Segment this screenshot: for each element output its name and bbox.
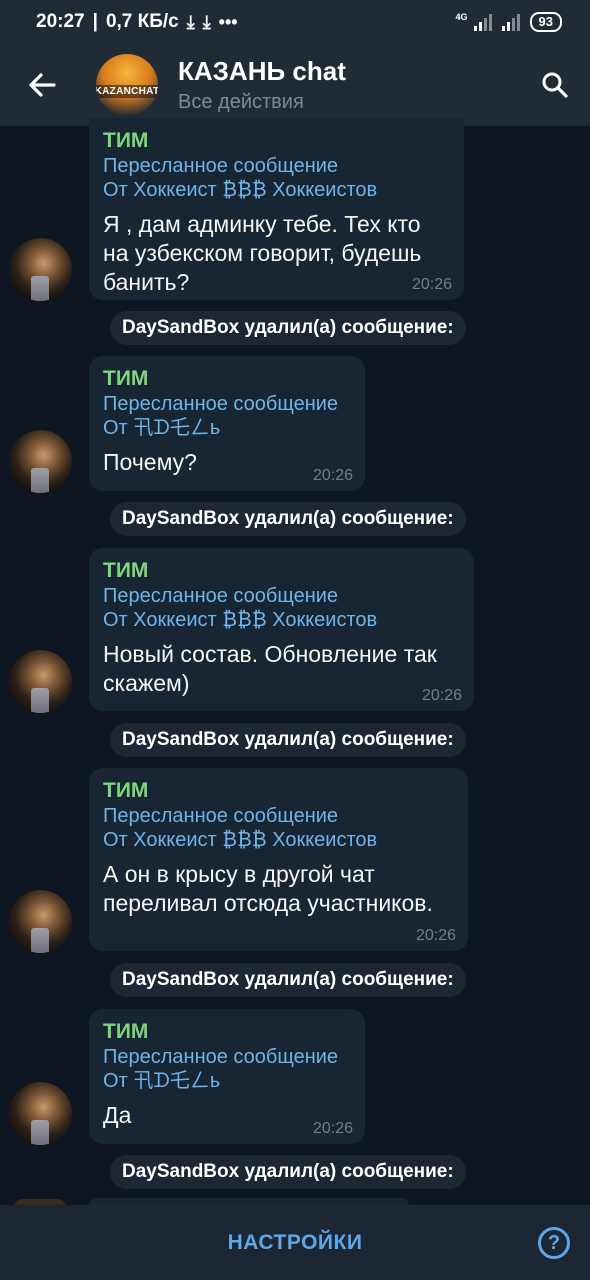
back-arrow-icon bbox=[29, 73, 56, 97]
message-sender: ТИМ bbox=[103, 779, 149, 802]
message-time: 20:26 bbox=[411, 276, 452, 293]
chat-titles[interactable]: КАЗАНЬ chat Все действия bbox=[178, 55, 346, 115]
forward-from[interactable]: От Хоккеист ₿₿₿ Хоккеистов bbox=[103, 828, 454, 852]
help-icon[interactable]: ? bbox=[538, 1227, 570, 1259]
forward-label: Пересланное сообщение bbox=[103, 805, 339, 827]
message-text-line: скажем) bbox=[103, 670, 190, 696]
status-speed: 0,7 КБ/с bbox=[105, 11, 179, 32]
message-bubble[interactable]: ТИМ Пересланное сообщение От 卂ᗪ乇ㄥь Почем… bbox=[89, 356, 365, 491]
app-root: 20:27 | 0,7 КБ/с ⤓ ⤓ ••• 4G 93 KAZANCHAT… bbox=[0, 0, 590, 1280]
service-message: DaySandBox удалил(а) сообщение: bbox=[110, 502, 466, 536]
message-time: 20:26 bbox=[312, 467, 353, 484]
download-alt-icon: ⤓ bbox=[202, 11, 211, 32]
message-sender: ТИМ bbox=[103, 559, 149, 582]
chat-avatar-logo: KAZANCHAT bbox=[96, 84, 158, 98]
service-message: DaySandBox удалил(а) сообщение: bbox=[110, 311, 466, 345]
signal-2-icon bbox=[501, 13, 520, 31]
message-text-line: банить? bbox=[103, 269, 190, 295]
forward-label: Пересланное сообщение bbox=[103, 585, 339, 607]
download-icon: ⤓ bbox=[186, 11, 195, 32]
chat-subtitle: Все действия bbox=[178, 91, 304, 113]
message-time: 20:26 bbox=[415, 927, 456, 944]
status-separator: | bbox=[92, 11, 98, 32]
user-avatar[interactable] bbox=[9, 430, 72, 493]
bottom-bar: НАСТРОЙКИ ? bbox=[0, 1205, 590, 1280]
message-sender: ТИМ bbox=[103, 129, 149, 152]
message-time: 20:26 bbox=[312, 1120, 353, 1137]
chat-header: KAZANCHAT КАЗАНЬ chat Все действия bbox=[0, 44, 590, 126]
service-message: DaySandBox удалил(а) сообщение: bbox=[110, 1155, 466, 1189]
user-avatar[interactable] bbox=[9, 650, 72, 713]
message-time: 20:26 bbox=[421, 687, 462, 704]
message-bubble[interactable]: ТИМ Пересланное сообщение От Хоккеист ₿₿… bbox=[89, 548, 474, 711]
status-time: 20:27 bbox=[36, 11, 85, 32]
message-bubble[interactable]: ТИМ Пересланное сообщение От Хоккеист ₿₿… bbox=[89, 118, 464, 300]
user-avatar[interactable] bbox=[9, 890, 72, 953]
search-button[interactable] bbox=[520, 44, 590, 126]
user-avatar[interactable] bbox=[9, 1082, 72, 1145]
message-sender: ТИМ bbox=[103, 1020, 149, 1043]
signal-icon bbox=[473, 13, 492, 31]
back-button[interactable] bbox=[0, 44, 84, 126]
chat-avatar[interactable]: KAZANCHAT bbox=[96, 54, 158, 116]
message-bubble[interactable]: ТИМ Пересланное сообщение От Хоккеист ₿₿… bbox=[89, 768, 468, 951]
status-left: 20:27 | 0,7 КБ/с ⤓ ⤓ ••• bbox=[36, 11, 238, 33]
forward-from[interactable]: От 卂ᗪ乇ㄥь bbox=[103, 416, 351, 440]
message-bubble[interactable]: ТИМ Пересланное сообщение От 卂ᗪ乇ㄥь Да 20… bbox=[89, 1009, 365, 1144]
search-icon bbox=[542, 72, 568, 98]
more-dots-icon: ••• bbox=[218, 11, 238, 32]
service-message: DaySandBox удалил(а) сообщение: bbox=[110, 723, 466, 757]
network-type: 4G bbox=[455, 12, 468, 22]
message-text: Я , дам админку тебе. Тех кто на узбекск… bbox=[103, 210, 450, 297]
forward-from[interactable]: От Хоккеист ₿₿₿ Хоккеистов bbox=[103, 608, 460, 632]
forward-label: Пересланное сообщение bbox=[103, 155, 339, 177]
message-text: Новый состав. Обновление так скажем) bbox=[103, 640, 460, 698]
settings-button[interactable]: НАСТРОЙКИ bbox=[228, 1231, 363, 1255]
message-text-line: на узбекском говорит, будешь bbox=[103, 240, 422, 266]
forward-from[interactable]: От Хоккеист ₿₿₿ Хоккеистов bbox=[103, 178, 450, 202]
status-bar: 20:27 | 0,7 КБ/с ⤓ ⤓ ••• 4G 93 bbox=[0, 0, 590, 44]
user-avatar[interactable] bbox=[9, 238, 72, 301]
forward-label: Пересланное сообщение bbox=[103, 393, 339, 415]
message-sender: ТИМ bbox=[103, 367, 149, 390]
battery-icon: 93 bbox=[529, 12, 562, 32]
chat-title: КАЗАНЬ chat bbox=[178, 56, 346, 86]
forward-label: Пересланное сообщение bbox=[103, 1046, 339, 1068]
forward-from[interactable]: От 卂ᗪ乇ㄥь bbox=[103, 1069, 351, 1093]
status-right: 4G 93 bbox=[456, 12, 562, 32]
service-message: DaySandBox удалил(а) сообщение: bbox=[110, 963, 466, 997]
message-text: А он в крысу в другой чат переливал отсю… bbox=[103, 860, 454, 918]
message-text-line: переливал отсюда участников. bbox=[103, 890, 433, 916]
message-text-line: А он в крысу в другой чат bbox=[103, 861, 375, 887]
message-text-line: Новый состав. Обновление так bbox=[103, 641, 437, 667]
message-text-line: Я , дам админку тебе. Тех кто bbox=[103, 211, 421, 237]
